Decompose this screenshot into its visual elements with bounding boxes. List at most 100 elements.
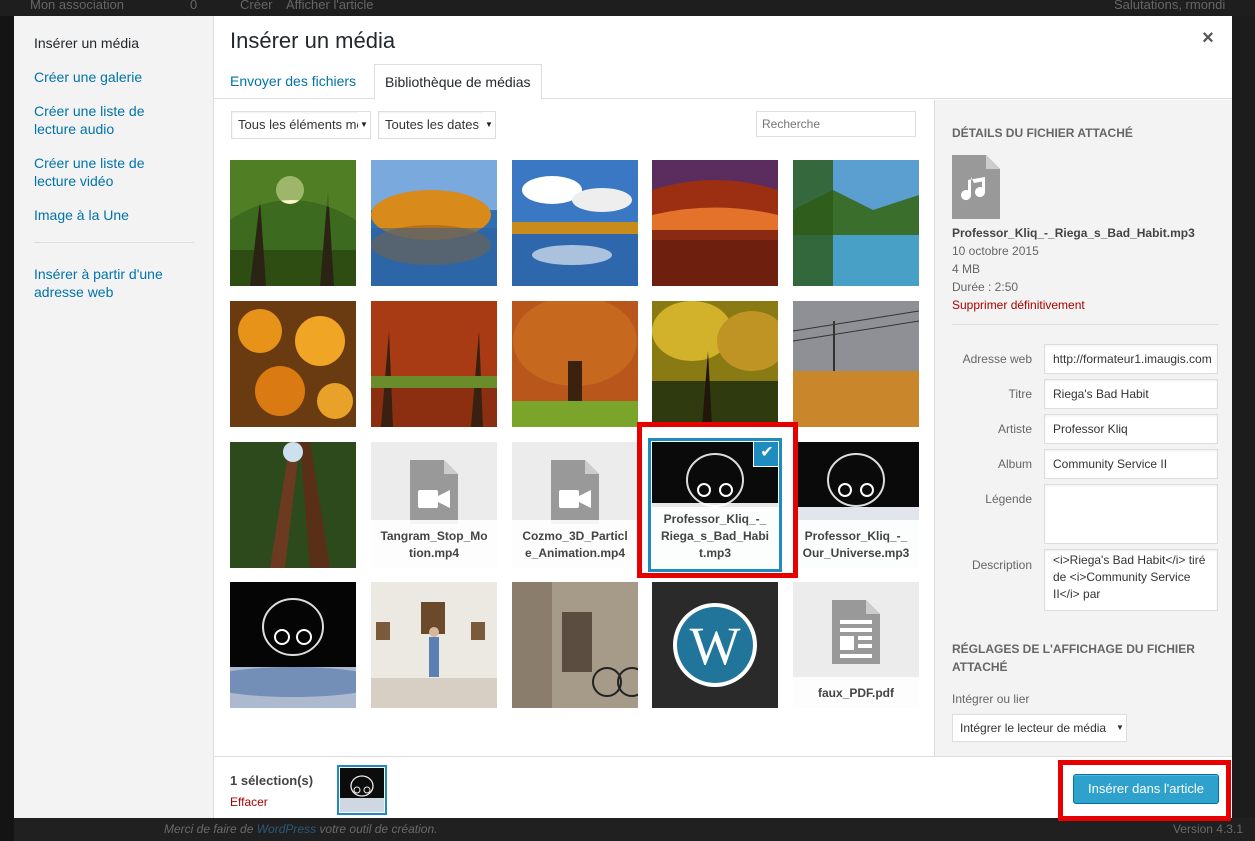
- admin-bar: Mon association 0 Créer Afficher l'artic…: [0, 0, 1255, 16]
- attachment-item[interactable]: W: [652, 582, 778, 708]
- menu-insert-from-url[interactable]: Insérer à partir d'une adresse web: [34, 265, 184, 301]
- footer-thanks-prefix: Merci de faire de: [164, 822, 257, 836]
- thumbnail-image: [512, 160, 638, 286]
- caption-label: Légende: [985, 492, 1032, 506]
- thumbnail-image: [371, 582, 497, 708]
- attachment-item[interactable]: [371, 301, 497, 427]
- svg-text:W: W: [690, 616, 741, 676]
- delete-permanently-link[interactable]: Supprimer définitivement: [952, 298, 1085, 312]
- embed-select[interactable]: Intégrer le lecteur de média ▼: [952, 714, 1127, 742]
- menu-create-video-playlist[interactable]: Créer une liste de lecture vidéo: [34, 154, 164, 190]
- details-size: 4 MB: [952, 262, 981, 276]
- attachment-item[interactable]: [793, 160, 919, 286]
- media-modal: Insérer un média Créer une galerie Créer…: [14, 16, 1232, 818]
- comments-count[interactable]: 0: [190, 0, 197, 12]
- menu-insert-media[interactable]: Insérer un média: [34, 34, 194, 52]
- album-field[interactable]: Community Service II: [1044, 449, 1218, 479]
- attachment-item[interactable]: [230, 301, 356, 427]
- checkmark-icon[interactable]: ✔: [754, 442, 778, 466]
- attachment-item[interactable]: Cozmo_3D_Particle_Animation.mp4: [512, 442, 638, 568]
- chevron-down-icon: ▼: [483, 112, 495, 138]
- title-field[interactable]: Riega's Bad Habit: [1044, 379, 1218, 409]
- attachment-item[interactable]: Tangram_Stop_Motion.mp4: [371, 442, 497, 568]
- new-menu[interactable]: Créer: [240, 0, 273, 12]
- greeting[interactable]: Salutations, rmondi: [1114, 0, 1225, 12]
- audio-file-icon: [952, 155, 1000, 219]
- selection-count: 1 sélection(s): [230, 773, 314, 788]
- clear-selection-link[interactable]: Effacer: [230, 795, 268, 809]
- chevron-down-icon: ▼: [1114, 715, 1126, 741]
- details-heading: Détails du fichier attaché: [952, 126, 1133, 140]
- url-field[interactable]: http://formateur1.imaugis.com: [1044, 344, 1218, 374]
- thumbnail-image: [371, 301, 497, 427]
- thumbnail-image: [230, 582, 356, 708]
- attachment-item[interactable]: [371, 582, 497, 708]
- attachment-filename: Cozmo_3D_Particle_Animation.mp4: [512, 520, 638, 568]
- display-settings-heading: Réglages de l'affichage du fichier attac…: [952, 642, 1195, 674]
- details-separator: [952, 324, 1218, 325]
- attachment-filename: Professor_Kliq_-_Riega_s_Bad_Habit.mp3: [652, 503, 778, 568]
- footer-version: Version 4.3.1: [1172, 822, 1243, 836]
- artist-label: Artiste: [997, 422, 1032, 436]
- tab-upload-files[interactable]: Envoyer des fichiers: [214, 64, 372, 99]
- attachments-browser: Tous les éléments média ▼ Toutes les dat…: [214, 100, 934, 756]
- details-date: 10 octobre 2015: [952, 244, 1039, 258]
- album-label: Album: [997, 457, 1032, 471]
- thumbnail-image: [512, 301, 638, 427]
- thumbnail-image: [230, 160, 356, 286]
- attachment-item[interactable]: [230, 160, 356, 286]
- menu-create-audio-playlist[interactable]: Créer une liste de lecture audio: [34, 102, 164, 138]
- footer-wordpress-link[interactable]: WordPress: [257, 822, 316, 836]
- menu-create-gallery[interactable]: Créer une galerie: [34, 68, 194, 86]
- media-toolbar: 1 sélection(s) Effacer Insérer dans l'ar…: [214, 756, 1232, 818]
- chevron-down-icon: ▼: [358, 112, 370, 138]
- artist-field[interactable]: Professor Kliq: [1044, 414, 1218, 444]
- attachment-item[interactable]: faux_PDF.pdf: [793, 582, 919, 708]
- thumbnail-image: [230, 442, 356, 568]
- router-tabs: Envoyer des fichiers Bibliothèque de méd…: [214, 64, 1232, 100]
- menu-separator: [34, 242, 194, 243]
- attachment-item[interactable]: [652, 301, 778, 427]
- search-input[interactable]: [756, 111, 916, 137]
- attachment-item[interactable]: [512, 301, 638, 427]
- thumbnail-image: [652, 301, 778, 427]
- view-post[interactable]: Afficher l'article: [286, 0, 374, 12]
- filter-date-value: Toutes les dates: [385, 117, 479, 132]
- site-name[interactable]: Mon association: [30, 0, 124, 12]
- attachment-item[interactable]: [652, 160, 778, 286]
- attachment-item[interactable]: [793, 301, 919, 427]
- description-field[interactable]: <i>Riega's Bad Habit</i> tiré de <i>Comm…: [1044, 549, 1218, 611]
- thumbnail-image: [652, 160, 778, 286]
- thumbnail-image: [793, 160, 919, 286]
- attachment-details-sidebar: Détails du fichier attaché Professor_Kli…: [934, 100, 1232, 756]
- footer-thanks-suffix: votre outil de création.: [316, 822, 438, 836]
- thumbnail-image: [371, 160, 497, 286]
- attachment-item[interactable]: Professor_Kliq_-_Our_Universe.mp3: [793, 442, 919, 568]
- insert-into-post-button[interactable]: Insérer dans l'article: [1073, 774, 1219, 804]
- attachment-item[interactable]: [230, 582, 356, 708]
- title-label: Titre: [1008, 387, 1032, 401]
- details-filename: Professor_Kliq_-_Riega_s_Bad_Habit.mp3: [952, 226, 1195, 240]
- selected-thumbnail[interactable]: [340, 768, 384, 812]
- menu-featured-image[interactable]: Image à la Une: [34, 206, 194, 224]
- media-menu: Insérer un média Créer une galerie Créer…: [14, 16, 214, 818]
- attachment-item[interactable]: [371, 160, 497, 286]
- attachment-filename: Professor_Kliq_-_Our_Universe.mp3: [793, 520, 919, 568]
- attachment-item[interactable]: Professor_Kliq_-_Riega_s_Bad_Habit.mp3 ✔: [652, 442, 778, 568]
- filter-date-select[interactable]: Toutes les dates ▼: [378, 111, 496, 139]
- tab-media-library[interactable]: Bibliothèque de médias: [374, 64, 542, 100]
- admin-footer: Merci de faire de WordPress votre outil …: [14, 818, 1255, 841]
- details-duration: Durée : 2:50: [952, 280, 1019, 294]
- modal-title: Insérer un média: [230, 28, 396, 53]
- attachment-item[interactable]: [512, 160, 638, 286]
- attachment-item[interactable]: [230, 442, 356, 568]
- embed-label: Intégrer ou lier: [952, 692, 1030, 706]
- caption-field[interactable]: [1044, 484, 1218, 544]
- close-icon[interactable]: ×: [1198, 28, 1218, 48]
- thumbnail-image: [230, 301, 356, 427]
- attachment-item[interactable]: [512, 582, 638, 708]
- filter-type-select[interactable]: Tous les éléments média ▼: [231, 111, 371, 139]
- description-label: Description: [971, 558, 1032, 572]
- attachment-filename: faux_PDF.pdf: [793, 677, 919, 708]
- url-label: Adresse web: [962, 352, 1032, 366]
